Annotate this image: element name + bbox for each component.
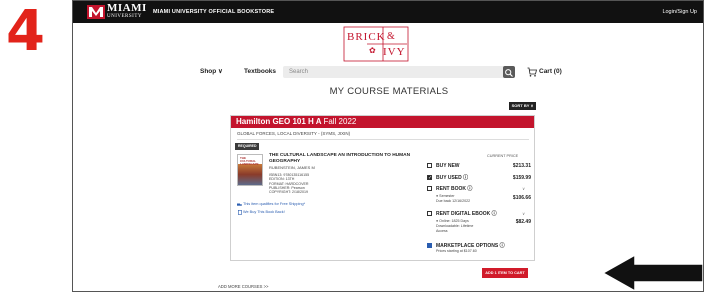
- logo-ampersand-text: &: [387, 31, 395, 42]
- info-icon[interactable]: ⓘ: [463, 175, 468, 181]
- book-author: RUBENSTEIN, JAMES M: [269, 165, 315, 170]
- nav-shop-menu[interactable]: Shop ∨: [200, 68, 223, 76]
- search-button[interactable]: [503, 66, 515, 78]
- book-copyright: COPYRIGHT: 2/18/2019: [269, 190, 308, 195]
- rent-book-term: ● Semester: [436, 194, 455, 198]
- buyback-link[interactable]: We Buy This Book Back!: [243, 210, 285, 215]
- info-icon[interactable]: ⓘ: [492, 211, 497, 217]
- add-more-courses-link[interactable]: ADD MORE COURSES >>: [218, 284, 269, 289]
- rent-book-label: RENT BOOK ⓘ: [436, 185, 473, 192]
- rent-book-due: Due back 12/16/2022: [436, 199, 471, 203]
- marketplace-price-note: Prices starting at $107.60: [436, 249, 477, 253]
- book-cover-image[interactable]: THE CULTURAL LANDSCAPE: [237, 154, 263, 186]
- search-input[interactable]: Search: [283, 66, 511, 78]
- marketplace-label: MARKETPLACE OPTIONS ⓘ: [436, 242, 505, 249]
- chevron-down-icon[interactable]: ∨: [522, 186, 525, 191]
- nav-textbooks-link[interactable]: Textbooks: [244, 68, 276, 76]
- info-icon[interactable]: ⓘ: [467, 186, 472, 192]
- top-bar: MIAMI UNIVERSITY MIAMI UNIVERSITY OFFICI…: [73, 1, 703, 23]
- book-title: THE CULTURAL LANDSCAPE AN INTRODUCTION T…: [269, 153, 411, 164]
- current-price-header: CURRENT PRICE: [487, 154, 519, 158]
- buy-new-checkbox[interactable]: [427, 163, 432, 168]
- leaf-icon: ✿: [369, 46, 376, 55]
- buy-used-label: BUY USED ⓘ: [436, 174, 469, 181]
- cart-link[interactable]: Cart (0): [527, 67, 567, 77]
- course-term: Fall 2022: [323, 117, 357, 126]
- buy-used-checkbox[interactable]: [427, 175, 432, 181]
- rent-ebook-access: Access: [436, 229, 448, 233]
- cart-icon: [527, 67, 537, 77]
- marketplace-checkbox[interactable]: [427, 243, 432, 248]
- miami-m-logo-icon[interactable]: [87, 5, 105, 19]
- rent-ebook-online: ● Online: 1825 Days: [436, 219, 469, 223]
- university-wordmark[interactable]: MIAMI: [107, 3, 147, 14]
- brick-ivy-logo[interactable]: BRICK & ✿ IVY: [343, 26, 409, 62]
- store-name[interactable]: MIAMI UNIVERSITY OFFICIAL BOOKSTORE: [153, 9, 274, 15]
- divider: [237, 139, 529, 140]
- truck-icon: [237, 203, 242, 206]
- search-icon: [505, 69, 513, 77]
- search-placeholder: Search: [289, 69, 309, 75]
- book-meta: ISBN13: 9780135116155 EDITION: 13TH FORM…: [269, 173, 309, 194]
- cart-label: Cart (0): [539, 68, 562, 75]
- university-sub-wordmark: UNIVERSITY: [107, 14, 142, 19]
- add-to-cart-button[interactable]: ADD 1 ITEM TO CART: [482, 268, 528, 278]
- step-number: 4: [6, 0, 45, 64]
- rent-book-checkbox[interactable]: [427, 186, 432, 191]
- sort-by-button[interactable]: SORT BY ∨: [509, 102, 536, 110]
- main-nav: Shop ∨ Textbooks Search Cart (0): [73, 65, 703, 79]
- login-signup-link[interactable]: Login/Sign Up: [662, 9, 697, 15]
- course-code: Hamilton GEO 101 H A: [236, 117, 322, 126]
- buy-new-label: BUY NEW: [436, 162, 460, 169]
- chevron-down-icon[interactable]: ∨: [522, 211, 525, 216]
- rent-ebook-checkbox[interactable]: [427, 211, 432, 216]
- arrow-left-icon: [601, 254, 703, 291]
- buy-new-price: $213.31: [512, 162, 531, 169]
- page-title: MY COURSE MATERIALS: [329, 86, 449, 97]
- required-badge: REQUIRED: [235, 143, 259, 150]
- rent-ebook-download: Downloadable: Lifetime: [436, 224, 474, 228]
- screenshot-root: 4 MIAMI UNIVERSITY MIAMI UNIVERSITY OFFI…: [0, 0, 704, 292]
- info-icon[interactable]: ⓘ: [500, 243, 505, 249]
- buy-used-price: $159.99: [512, 174, 531, 181]
- book-cover-title: THE CULTURAL LANDSCAPE: [240, 156, 259, 166]
- rent-ebook-price: $82.49: [515, 219, 531, 225]
- rent-ebook-label: RENT DIGITAL EBOOK ⓘ: [436, 210, 497, 217]
- logo-brick-text: BRICK: [347, 31, 386, 43]
- free-shipping-link[interactable]: This item qualifies for Free Shipping*: [243, 202, 305, 207]
- buyback-icon: [238, 210, 242, 215]
- course-card: Hamilton GEO 101 H A Fall 2022 GLOBAL FO…: [230, 115, 535, 261]
- browser-frame: MIAMI UNIVERSITY MIAMI UNIVERSITY OFFICI…: [72, 0, 704, 292]
- rent-book-price: $106.66: [512, 195, 531, 201]
- logo-ivy-text: IVY: [383, 46, 406, 58]
- course-subtitle: GLOBAL FORCES, LOCAL DIVERSITY - (SYMS, …: [237, 131, 351, 136]
- course-header: Hamilton GEO 101 H A Fall 2022: [231, 116, 534, 128]
